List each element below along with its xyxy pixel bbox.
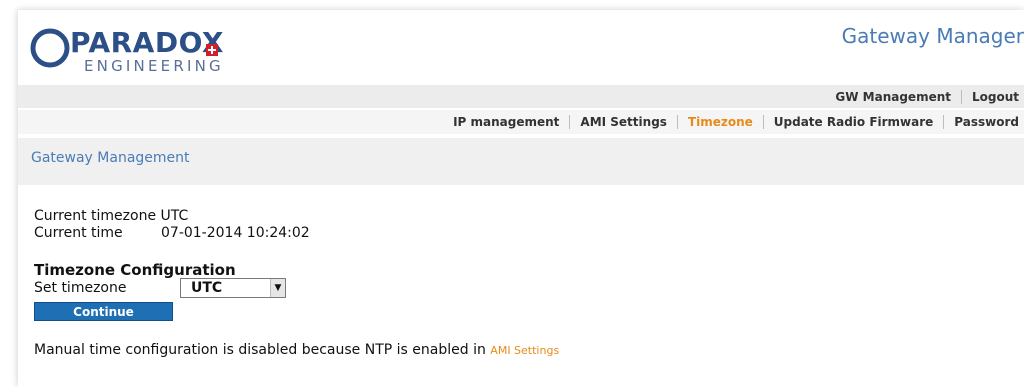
tab-timezone[interactable]: Timezone (678, 115, 763, 129)
timezone-config-title: Timezone Configuration (34, 261, 236, 279)
current-timezone-value: UTC (160, 208, 189, 224)
current-time-value: 07-01-2014 10:24:02 (161, 225, 310, 241)
header: PARADOX ENGINEERING Gateway Manager (18, 10, 1024, 83)
page-title: Gateway Management (31, 150, 190, 166)
swiss-flag-icon (206, 44, 218, 56)
tab-ami-settings[interactable]: AMI Settings (570, 115, 677, 129)
paradox-globe-logo-icon (30, 28, 70, 68)
chevron-down-icon[interactable]: ▼ (270, 279, 285, 297)
timezone-select[interactable]: UTC ▼ (180, 278, 286, 298)
primary-nav: GW Management Logout (18, 85, 1024, 108)
continue-row: Continue (34, 302, 173, 321)
logo-text: PARADOX (70, 26, 224, 59)
set-timezone-label: Set timezone (34, 280, 127, 296)
current-timezone-label: Current timezone (34, 208, 157, 224)
set-timezone-row: Set timezone UTC ▼ (34, 278, 294, 300)
ntp-note: Manual time configuration is disabled be… (34, 342, 559, 358)
ntp-note-text: Manual time configuration is disabled be… (34, 342, 486, 358)
current-time-label: Current time (34, 225, 123, 241)
continue-button[interactable]: Continue (34, 302, 173, 321)
company-logo: PARADOX ENGINEERING (30, 24, 250, 76)
logo-subtext: ENGINEERING (84, 57, 224, 75)
page-frame: PARADOX ENGINEERING Gateway Manager GW M… (18, 10, 1024, 387)
tab-update-radio-firmware[interactable]: Update Radio Firmware (764, 115, 944, 129)
tab-ip-management[interactable]: IP management (443, 115, 569, 129)
timezone-select-value: UTC (191, 280, 223, 296)
current-timezone-row: Current timezone UTC (34, 208, 188, 224)
tab-password[interactable]: Password (944, 115, 1024, 129)
current-time-row: Current time 07-01-2014 10:24:02 (34, 225, 310, 241)
nav-gw-management[interactable]: GW Management (825, 90, 961, 104)
page-heading-bar: Gateway Management (18, 138, 1024, 185)
secondary-nav: IP management AMI Settings Timezone Upda… (18, 110, 1024, 134)
ami-settings-link[interactable]: AMI Settings (490, 344, 559, 357)
nav-logout[interactable]: Logout (962, 90, 1024, 104)
app-title: Gateway Manager (841, 24, 1024, 48)
